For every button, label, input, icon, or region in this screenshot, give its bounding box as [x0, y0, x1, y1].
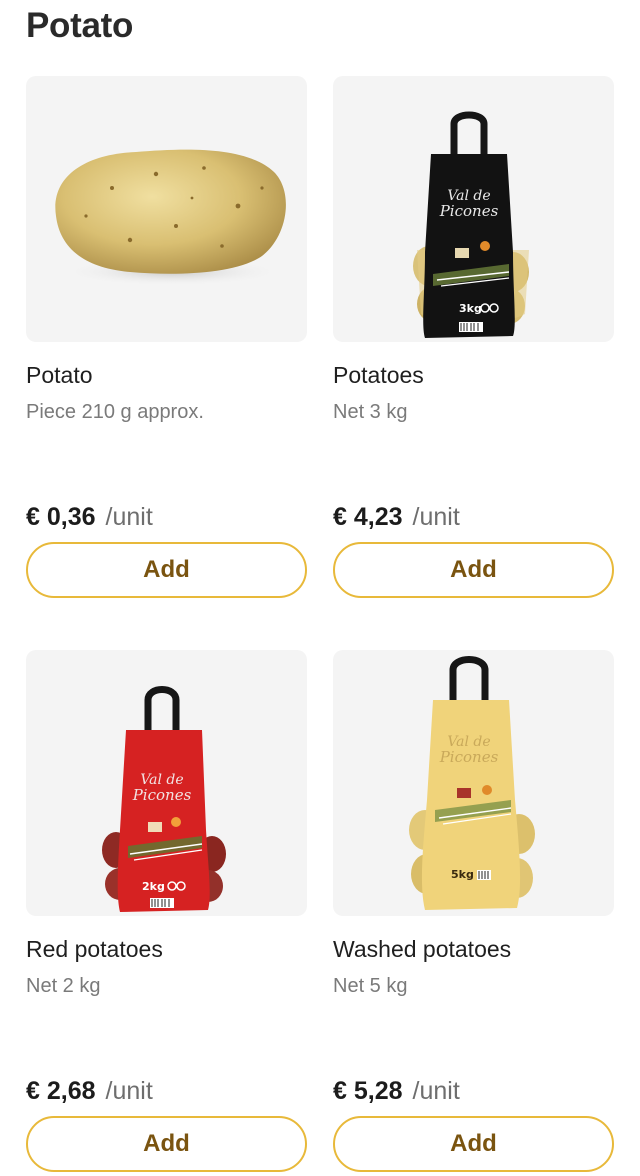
- potato-bag-image: Val de Picones 3kg: [413, 111, 529, 338]
- svg-text:Picones: Picones: [439, 748, 499, 766]
- product-image[interactable]: Val de Picones 2kg: [26, 650, 307, 916]
- product-name[interactable]: Potato: [26, 360, 93, 390]
- product-description: Piece 210 g approx.: [26, 401, 204, 423]
- price-unit: /unit: [412, 503, 460, 531]
- add-to-cart-button[interactable]: Add: [333, 1116, 614, 1172]
- price-row: € 2,68/unit: [26, 1075, 153, 1107]
- product-description: Net 3 kg: [333, 401, 408, 423]
- product-name[interactable]: Potatoes: [333, 360, 424, 390]
- price-row: € 0,36/unit: [26, 501, 153, 533]
- product-image[interactable]: [26, 76, 307, 342]
- potato-image: [55, 149, 286, 286]
- add-to-cart-button[interactable]: Add: [26, 542, 307, 598]
- svg-text:2kg: 2kg: [142, 880, 165, 893]
- price-unit: /unit: [105, 503, 153, 531]
- potato-bag-image: Val de Picones 5kg: [409, 656, 535, 910]
- price-row: € 4,23/unit: [333, 501, 460, 533]
- product-name[interactable]: Red potatoes: [26, 934, 163, 964]
- product-price: € 0,36: [26, 503, 96, 531]
- svg-text:5kg: 5kg: [451, 868, 474, 881]
- product-description: Net 2 kg: [26, 975, 101, 997]
- product-image[interactable]: Val de Picones 5kg: [333, 650, 614, 916]
- price-row: € 5,28/unit: [333, 1075, 460, 1107]
- product-description: Net 5 kg: [333, 975, 408, 997]
- price-unit: /unit: [412, 1077, 460, 1105]
- product-price: € 4,23: [333, 503, 403, 531]
- potato-bag-image: Val de Picones 2kg: [102, 686, 226, 912]
- svg-text:Picones: Picones: [132, 786, 192, 804]
- svg-text:Picones: Picones: [439, 202, 499, 220]
- svg-text:3kg: 3kg: [459, 302, 482, 315]
- product-grid: Potato Piece 210 g approx. € 0,36/unit A…: [0, 0, 640, 1176]
- add-to-cart-button[interactable]: Add: [333, 542, 614, 598]
- product-image[interactable]: Val de Picones 3kg: [333, 76, 614, 342]
- product-price: € 5,28: [333, 1077, 403, 1105]
- add-to-cart-button[interactable]: Add: [26, 1116, 307, 1172]
- product-name[interactable]: Washed potatoes: [333, 934, 511, 964]
- product-price: € 2,68: [26, 1077, 96, 1105]
- price-unit: /unit: [105, 1077, 153, 1105]
